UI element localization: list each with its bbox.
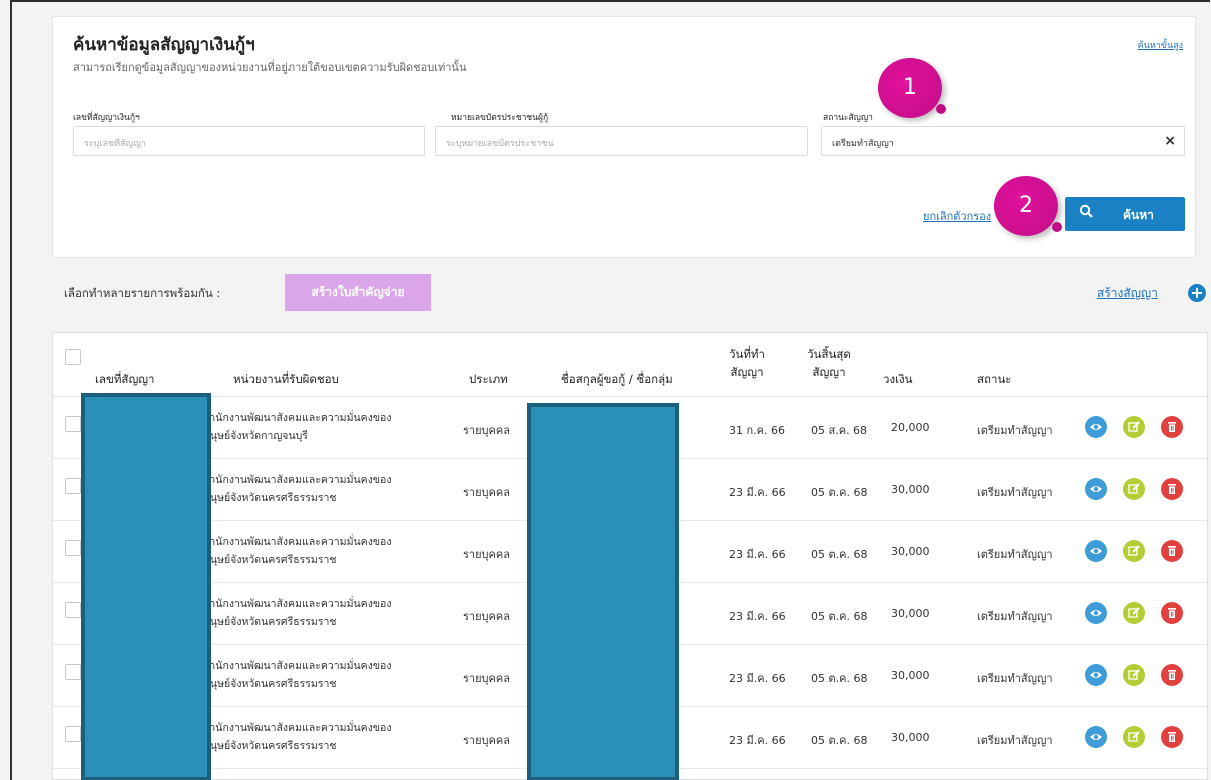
row-agency: สำนักงานพัฒนาสังคมและความมั่นคงของ มนุษย์… [203, 722, 392, 752]
delete-button[interactable] [1161, 664, 1183, 686]
row-agency: สำนักงานพัฒนาสังคมและความมั่นคงของ มนุษย์… [203, 474, 392, 504]
status-select[interactable]: เตรียมทำสัญญา × [821, 126, 1185, 156]
row-date-made: 23 มี.ค. 66 [729, 486, 786, 499]
table-header: เลขที่สัญญา หน่วยงานที่รับผิดชอบ ประเภท … [53, 333, 1207, 397]
header-status: สถานะ [977, 372, 1012, 386]
row-date-end: 05 ส.ค. 68 [811, 424, 868, 437]
row-agency: สำนักงานพัฒนาสังคมและความมั่นคงของ มนุษย์… [203, 412, 392, 442]
status-select-value: เตรียมทำสัญญา [832, 139, 894, 149]
row-agency: สำนักงานพัฒนาสังคมและความมั่นคงของ มนุษย์… [203, 598, 392, 628]
search-icon [1079, 204, 1093, 218]
row-date-end: 05 ต.ค. 68 [811, 610, 868, 623]
row-date-end: 05 ต.ค. 68 [811, 672, 868, 685]
search-title: ค้นหาข้อมูลสัญญาเงินกู้ฯ [73, 35, 255, 55]
row-amount: 30,000 [891, 669, 930, 682]
select-all-checkbox[interactable] [65, 349, 81, 365]
header-amount: วงเงิน [883, 372, 913, 386]
edit-button[interactable] [1123, 664, 1145, 686]
row-agency: สำนักงานพัฒนาสังคมและความมั่นคงของ มนุษย์… [203, 660, 392, 690]
row-checkbox[interactable] [65, 602, 81, 618]
header-contract-no: เลขที่สัญญา [95, 372, 155, 386]
edit-button[interactable] [1123, 540, 1145, 562]
row-status: เตรียมทำสัญญา [977, 610, 1053, 623]
clear-icon[interactable]: × [1164, 133, 1176, 149]
row-status: เตรียมทำสัญญา [977, 424, 1053, 437]
row-date-end: 05 ต.ค. 68 [811, 734, 868, 747]
delete-button[interactable] [1161, 416, 1183, 438]
delete-button[interactable] [1161, 478, 1183, 500]
search-button-label: ค้นหา [1123, 208, 1154, 222]
row-date-end: 05 ต.ค. 68 [811, 486, 868, 499]
header-name: ชื่อสกุลผู้ขอกู้ / ชื่อกลุ่ม [561, 372, 673, 386]
row-amount: 30,000 [891, 483, 930, 496]
citizen-id-label: หมายเลขบัตรประชาชนผู้กู้ [451, 113, 549, 123]
row-amount: 20,000 [891, 421, 930, 434]
header-agency: หน่วยงานที่รับผิดชอบ [233, 372, 339, 386]
row-checkbox[interactable] [65, 726, 81, 742]
view-button[interactable] [1085, 602, 1107, 624]
row-date-made: 23 มี.ค. 66 [729, 610, 786, 623]
row-type: รายบุคคล [463, 734, 510, 747]
row-date-made: 31 ก.ค. 66 [729, 424, 785, 437]
header-type: ประเภท [469, 372, 508, 386]
callout-1: 1 [878, 58, 946, 118]
row-type: รายบุคคล [463, 424, 510, 437]
header-date-end: วันสิ้นสุด สัญญา [807, 347, 851, 379]
row-amount: 30,000 [891, 731, 930, 744]
search-button[interactable]: ค้นหา [1065, 197, 1185, 231]
edit-button[interactable] [1123, 602, 1145, 624]
edit-button[interactable] [1123, 416, 1145, 438]
row-amount: 30,000 [891, 545, 930, 558]
row-type: รายบุคคล [463, 672, 510, 685]
row-status: เตรียมทำสัญญา [977, 734, 1053, 747]
contract-number-label: เลขที่สัญญาเงินกู้ฯ [73, 113, 140, 123]
row-status: เตรียมทำสัญญา [977, 486, 1053, 499]
delete-button[interactable] [1161, 602, 1183, 624]
row-checkbox[interactable] [65, 664, 81, 680]
view-button[interactable] [1085, 540, 1107, 562]
redacted-borrower-names [527, 403, 679, 780]
row-date-made: 23 มี.ค. 66 [729, 734, 786, 747]
header-date-made: วันที่ทำ สัญญา [729, 347, 765, 379]
edit-button[interactable] [1123, 726, 1145, 748]
bulk-action-label: เลือกทำหลายรายการพร้อมกัน : [64, 286, 221, 300]
row-checkbox[interactable] [65, 478, 81, 494]
row-date-made: 23 มี.ค. 66 [729, 548, 786, 561]
citizen-id-input[interactable]: ระบุหมายเลขบัตรประชาชน [435, 126, 808, 156]
view-button[interactable] [1085, 726, 1107, 748]
status-label: สถานะสัญญา [823, 113, 873, 123]
row-date-made: 23 มี.ค. 66 [729, 672, 786, 685]
delete-button[interactable] [1161, 726, 1183, 748]
contract-number-input[interactable]: ระบุเลขที่สัญญา [73, 126, 425, 156]
row-agency: สำนักงานพัฒนาสังคมและความมั่นคงของ มนุษย์… [203, 536, 392, 566]
row-type: รายบุคคล [463, 610, 510, 623]
create-contract-link[interactable]: สร้างสัญญา [1097, 284, 1158, 303]
reset-filter-link[interactable]: ยกเลิกตัวกรอง [923, 207, 991, 225]
row-amount: 30,000 [891, 607, 930, 620]
create-payment-voucher-button[interactable]: สร้างใบสำคัญจ่าย [285, 274, 431, 311]
search-subtitle: สามารถเรียกดูข้อมูลสัญญาของหน่วยงานที่อย… [73, 61, 467, 74]
row-status: เตรียมทำสัญญา [977, 548, 1053, 561]
advanced-search-link[interactable]: ค้นหาขั้นสูง [1138, 38, 1183, 52]
callout-2: 2 [994, 176, 1062, 236]
contracts-table: เลขที่สัญญา หน่วยงานที่รับผิดชอบ ประเภท … [52, 332, 1208, 780]
plus-icon[interactable]: + [1188, 284, 1206, 302]
redacted-contract-numbers [81, 393, 211, 780]
row-checkbox[interactable] [65, 416, 81, 432]
row-type: รายบุคคล [463, 548, 510, 561]
view-button[interactable] [1085, 416, 1107, 438]
view-button[interactable] [1085, 664, 1107, 686]
view-button[interactable] [1085, 478, 1107, 500]
row-type: รายบุคคล [463, 486, 510, 499]
row-status: เตรียมทำสัญญา [977, 672, 1053, 685]
row-checkbox[interactable] [65, 540, 81, 556]
edit-button[interactable] [1123, 478, 1145, 500]
delete-button[interactable] [1161, 540, 1183, 562]
row-date-end: 05 ต.ค. 68 [811, 548, 868, 561]
